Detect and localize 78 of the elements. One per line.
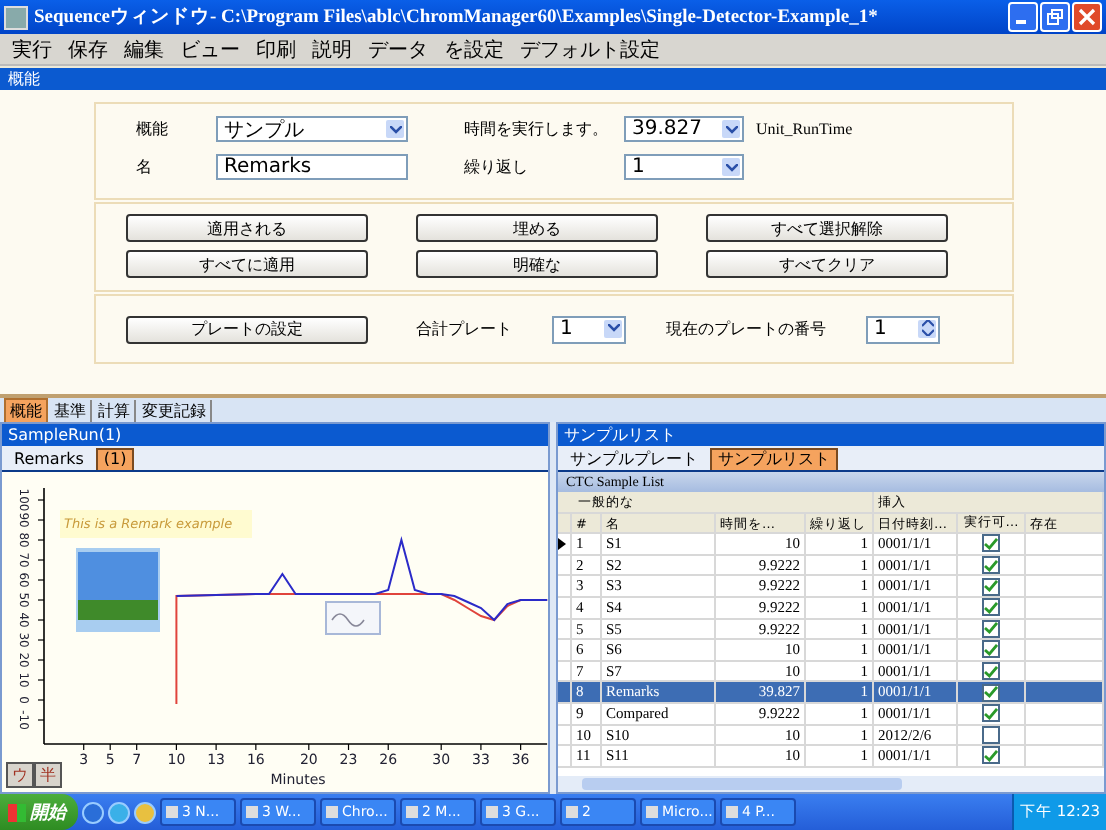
menu-item[interactable]: 編集	[124, 35, 164, 63]
tab[interactable]: 変更記録	[138, 399, 212, 421]
field-label: 繰り返し	[464, 156, 530, 178]
toolbar-button[interactable]: ウ	[6, 762, 34, 788]
dropdown-arrow-icon	[386, 120, 404, 138]
dropdown[interactable]: 1	[552, 315, 626, 343]
app-icon	[566, 806, 578, 818]
app-icon	[486, 806, 498, 818]
checkbox[interactable]	[982, 683, 1000, 702]
checkbox[interactable]	[982, 577, 1000, 596]
app-icon	[646, 806, 658, 818]
menu-item[interactable]: 実行	[12, 35, 52, 63]
tab[interactable]: (1)	[95, 448, 135, 470]
toolbar-button[interactable]: 半	[34, 762, 62, 788]
action-button[interactable]: 埋める	[416, 214, 658, 242]
app-icon	[4, 5, 28, 29]
menu-item[interactable]: 保存	[68, 35, 108, 63]
action-button[interactable]: 適用される	[126, 214, 368, 242]
checkbox[interactable]	[982, 662, 1000, 681]
horizontal-scrollbar[interactable]	[558, 776, 1104, 792]
menu-item[interactable]: 印刷	[256, 35, 296, 63]
spinner-arrows-icon	[918, 319, 936, 337]
tab[interactable]: 概能	[4, 397, 48, 423]
window-title: Sequenceウィンドウ- C:\Program Files\ablc\ChromManager60\Examples\Single-Detector-Example_1*	[34, 5, 880, 30]
dropdown-arrow-icon	[604, 319, 622, 337]
app-icon	[246, 806, 258, 818]
app-icon	[726, 806, 738, 818]
field-label: 名	[136, 156, 154, 178]
spin-box[interactable]: 1	[866, 315, 940, 343]
dropdown[interactable]: サンプル	[216, 116, 408, 142]
checkbox[interactable]	[982, 704, 1000, 723]
dropdown-arrow-icon	[722, 158, 740, 176]
action-button[interactable]: すべてクリア	[706, 250, 948, 278]
checkbox[interactable]	[982, 534, 1000, 553]
panel-header: SampleRun(1)	[2, 424, 548, 446]
restore-button[interactable]	[1040, 2, 1070, 32]
close-button[interactable]	[1072, 2, 1102, 32]
field-label: 概能	[136, 118, 170, 140]
field-label: 現在のプレートの番号	[666, 318, 828, 340]
app-icon	[326, 806, 338, 818]
unit-label: Unit_RunTime	[756, 120, 853, 138]
app-icon	[406, 806, 418, 818]
thumbnail-placeholder	[325, 601, 381, 635]
action-button[interactable]: すべて選択解除	[706, 214, 948, 242]
minimize-button[interactable]	[1008, 2, 1038, 32]
checkbox[interactable]	[982, 746, 1000, 765]
menu-item[interactable]: ビュー	[180, 35, 240, 63]
plate-settings-button[interactable]: プレートの設定	[126, 315, 368, 343]
tab[interactable]: 基準	[50, 399, 92, 421]
dropdown[interactable]: 1	[624, 154, 744, 180]
field-label: 合計プレート	[416, 318, 514, 340]
restore-icon	[1046, 8, 1064, 26]
dropdown[interactable]: 39.827	[624, 116, 744, 142]
menu-item[interactable]: 説明	[312, 35, 352, 63]
checkbox[interactable]	[982, 556, 1000, 575]
tab[interactable]: サンプルリスト	[710, 448, 838, 470]
tab[interactable]: Remarks	[8, 450, 90, 470]
section-header: 概能	[0, 68, 1106, 90]
checkbox[interactable]	[982, 640, 1000, 659]
app-icon	[166, 806, 178, 818]
action-button[interactable]: すべてに適用	[126, 250, 368, 278]
quick-launch-icon[interactable]	[82, 801, 104, 823]
menu-item[interactable]: を設定	[444, 35, 504, 63]
input-field[interactable]: Remarks	[216, 154, 408, 180]
windows-flag-icon	[8, 803, 26, 821]
photo-placeholder	[76, 548, 160, 632]
menu-item[interactable]: デフォルト設定	[520, 35, 660, 63]
tab[interactable]: 計算	[94, 399, 136, 421]
menu-item[interactable]: データ	[368, 35, 428, 63]
field-label: 時間を実行します。	[464, 118, 610, 140]
dropdown-arrow-icon	[722, 120, 740, 138]
panel-header: サンプルリスト	[558, 424, 1104, 446]
action-button[interactable]: 明確な	[416, 250, 658, 278]
tab[interactable]: サンプルプレート	[564, 450, 704, 470]
checkbox[interactable]	[982, 598, 1000, 617]
close-icon	[1078, 8, 1096, 26]
quick-launch-icon[interactable]	[134, 801, 156, 823]
quick-launch-icon[interactable]	[108, 801, 130, 823]
